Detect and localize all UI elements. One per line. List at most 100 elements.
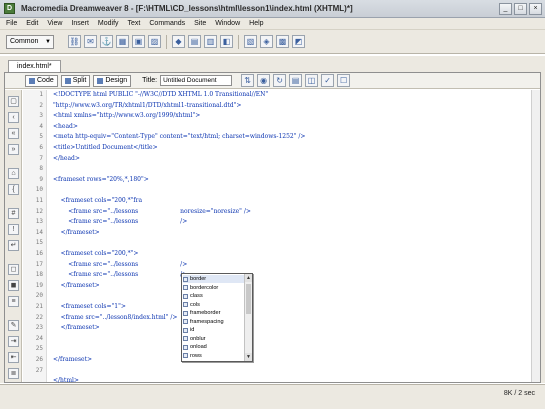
format-source-icon[interactable]: ≣ [8, 368, 19, 379]
title-input[interactable]: Untitled Document [160, 75, 233, 86]
wrap-tag-icon[interactable]: ≡ [8, 296, 19, 307]
expand-all-icon[interactable]: » [8, 144, 19, 155]
split-view-icon [64, 77, 71, 84]
named-anchor-icon[interactable]: ⚓ [100, 35, 113, 48]
layer-icon[interactable]: ▣ [132, 35, 145, 48]
date-icon[interactable]: ▤ [188, 35, 201, 48]
menu-insert[interactable]: Insert [71, 20, 89, 27]
file-management-icon[interactable]: ⇅ [241, 74, 255, 87]
hyperlink-icon[interactable]: ⛓ [68, 35, 81, 48]
code-hint-item[interactable]: id [183, 326, 244, 334]
code-line: <frame src="../lessons /> [53, 218, 188, 226]
code-line: <!DOCTYPE html PUBLIC "-//W3C//DTD XHTML… [53, 91, 269, 98]
scroll-thumb[interactable] [246, 284, 251, 314]
recent-snippets-icon[interactable]: ✎ [8, 320, 19, 331]
menu-commands[interactable]: Commands [149, 20, 185, 27]
outdent-code-icon[interactable]: ⇤ [8, 352, 19, 363]
code-line: <frameset rows="20%,*,180"> [53, 175, 149, 183]
vertical-scrollbar[interactable] [531, 90, 540, 382]
code-view-button[interactable]: Code [25, 74, 58, 87]
indent-code-icon[interactable]: ⇥ [8, 336, 19, 347]
line-number: 14 [35, 228, 43, 236]
refresh-icon[interactable]: ↻ [273, 74, 287, 87]
menu-view[interactable]: View [47, 20, 62, 27]
toolbar-divider [166, 34, 167, 49]
media-icon[interactable]: ◆ [172, 35, 185, 48]
code-hint-item[interactable]: onload [183, 343, 244, 351]
code-hint-item[interactable]: border [183, 275, 244, 283]
menu-text[interactable]: Text [128, 20, 141, 27]
visual-aids-icon[interactable]: ◫ [305, 74, 319, 87]
validate-markup-icon[interactable]: ✓ [321, 74, 335, 87]
script-icon[interactable]: ◈ [260, 35, 273, 48]
scroll-down-icon[interactable]: ▼ [245, 353, 252, 361]
tab-index-html[interactable]: index.html* [8, 60, 61, 72]
code-line: </frameset> [53, 324, 100, 332]
check-browser-icon[interactable]: ☐ [337, 74, 351, 87]
chevron-down-icon: ▼ [45, 38, 51, 45]
apply-comment-icon[interactable]: ◻ [8, 264, 19, 275]
images-icon[interactable]: ▨ [148, 35, 161, 48]
code-line: <meta http-equiv="Content-Type" content=… [53, 133, 306, 141]
line-number: 26 [35, 356, 43, 363]
word-wrap-icon[interactable]: ↵ [8, 240, 19, 251]
preview-browser-icon[interactable]: ◉ [257, 74, 271, 87]
code-hint-list: border bordercolor class cols frameborder fra… [182, 274, 245, 361]
minimize-button[interactable]: _ [499, 3, 512, 15]
view-options-icon[interactable]: ▤ [289, 74, 303, 87]
open-documents-icon[interactable]: ▢ [8, 96, 19, 107]
head-icon[interactable]: ▧ [244, 35, 257, 48]
insert-category-select[interactable]: Common ▼ [6, 34, 54, 49]
email-link-icon[interactable]: ✉ [84, 35, 97, 48]
code-line: <frameset cols="200,*"fra [53, 197, 143, 204]
menu-help[interactable]: Help [249, 20, 263, 27]
code-editor[interactable]: <!DOCTYPE html PUBLIC "-//W3C//DTD XHTML… [53, 90, 533, 384]
line-number: 22 [35, 313, 43, 321]
code-hint-item[interactable]: bordercolor [183, 284, 244, 292]
code-hint-item[interactable]: frameborder [183, 309, 244, 317]
scroll-up-icon[interactable]: ▲ [245, 274, 252, 282]
code-hint-scrollbar[interactable]: ▲ ▼ [244, 274, 252, 361]
design-view-button[interactable]: Design [93, 74, 132, 87]
code-hint-item[interactable]: cols [183, 301, 244, 309]
code-hint-item[interactable]: class [183, 292, 244, 300]
collapse-selection-icon[interactable]: « [8, 128, 19, 139]
code-line: <frame src="../lessons /> [53, 271, 188, 279]
code-line: <html xmlns="http://www.w3.org/1999/xhtm… [53, 112, 201, 120]
menu-site[interactable]: Site [194, 20, 206, 27]
balance-braces-icon[interactable]: { [8, 184, 19, 195]
maximize-button[interactable]: □ [514, 3, 527, 15]
insert-bar: Common ▼ ⛓ ✉ ⚓ ▦ ▣ ▨ ◆ ▤ ▥ ◧ ▧ ◈ ▩ ◩ [0, 30, 545, 54]
line-number: 17 [35, 260, 43, 268]
code-line: </frameset> [53, 228, 100, 236]
table-icon[interactable]: ▦ [116, 35, 129, 48]
menu-file[interactable]: File [6, 20, 17, 27]
menu-window[interactable]: Window [215, 20, 240, 27]
code-line: <frame src="../lessons /> [53, 260, 188, 268]
code-hint-label: class [190, 293, 203, 299]
comment-icon[interactable]: ◧ [220, 35, 233, 48]
menu-modify[interactable]: Modify [98, 20, 119, 27]
tag-chooser-icon[interactable]: ◩ [292, 35, 305, 48]
code-hint-label: cols [190, 301, 200, 308]
line-number: 21 [35, 303, 43, 310]
line-number: 24 [35, 334, 43, 342]
server-include-icon[interactable]: ▥ [204, 35, 217, 48]
line-numbers-icon[interactable]: # [8, 208, 19, 219]
collapse-tag-icon[interactable]: ‹ [8, 112, 19, 123]
line-number: 16 [35, 250, 43, 257]
select-parent-tag-icon[interactable]: ⌂ [8, 168, 19, 179]
line-number: 8 [39, 165, 43, 173]
template-icon[interactable]: ▩ [276, 35, 289, 48]
highlight-invalid-icon[interactable]: ! [8, 224, 19, 235]
code-hint-item[interactable]: rows [183, 352, 244, 360]
code-view-icon [29, 77, 35, 84]
line-number: 23 [35, 324, 43, 332]
close-button[interactable]: × [529, 3, 542, 15]
code-line: </frameset> [53, 281, 100, 289]
remove-comment-icon[interactable]: ◼ [8, 280, 19, 291]
split-view-button[interactable]: Split [60, 74, 91, 87]
code-hint-item[interactable]: onblur [183, 335, 244, 343]
menu-edit[interactable]: Edit [26, 20, 38, 27]
code-hint-item[interactable]: framespacing [183, 318, 244, 326]
